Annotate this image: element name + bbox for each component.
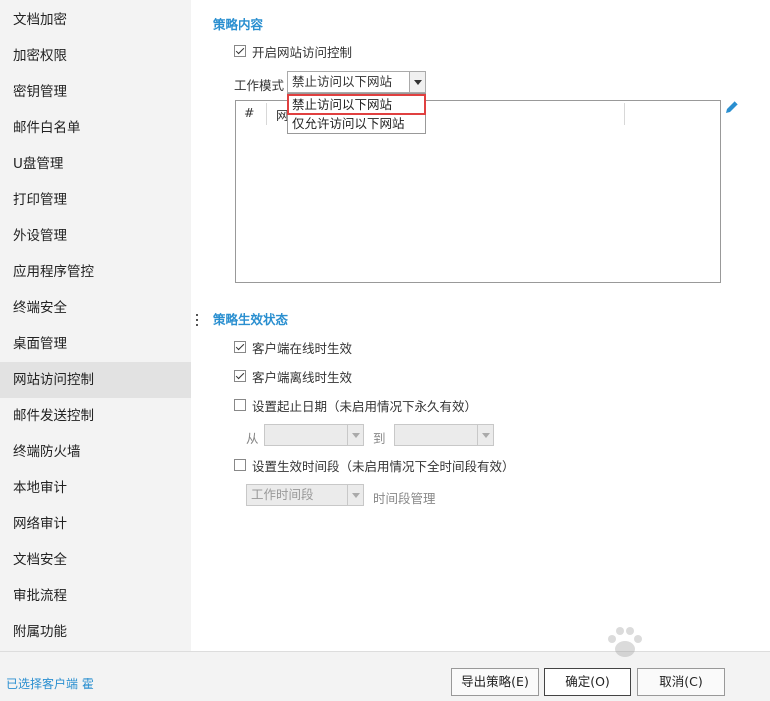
export-policy-button[interactable]: 导出策略(E) xyxy=(451,668,539,696)
splitter-handle[interactable] xyxy=(196,314,199,332)
policy-content-title: 策略内容 xyxy=(213,17,264,32)
offline-effect-checkbox[interactable]: 客户端离线时生效 xyxy=(234,367,352,385)
option-block-sites[interactable]: 禁止访问以下网站 xyxy=(287,94,426,115)
time-period-select-value: 工作时间段 xyxy=(251,487,314,502)
sidebar-item-local-audit[interactable]: 本地审计 xyxy=(0,470,191,506)
chevron-down-icon[interactable] xyxy=(409,72,425,92)
baidu-watermark xyxy=(592,617,762,667)
sidebar-item-accessory-functions[interactable]: 附属功能 xyxy=(0,614,191,650)
column-divider xyxy=(624,103,625,125)
checkbox-unchecked-icon xyxy=(234,459,246,471)
sidebar-item-app-control[interactable]: 应用程序管控 xyxy=(0,254,191,290)
baidu-paw-icon xyxy=(608,627,642,657)
from-label: 从 xyxy=(246,431,259,446)
enable-website-control-checkbox[interactable]: 开启网站访问控制 xyxy=(234,42,352,60)
selected-clients-link[interactable]: 已选择客户端 霍 xyxy=(6,675,94,692)
end-date-select[interactable] xyxy=(394,424,494,446)
work-mode-dropdown-list: 禁止访问以下网站 仅允许访问以下网站 xyxy=(287,93,426,134)
sidebar-item-document-security[interactable]: 文档安全 xyxy=(0,542,191,578)
time-period-checkbox[interactable]: 设置生效时间段（未启用情况下全时间段有效） xyxy=(234,456,515,474)
option-allow-only-sites[interactable]: 仅允许访问以下网站 xyxy=(288,114,425,133)
policy-status-title: 策略生效状态 xyxy=(213,312,289,327)
ok-button[interactable]: 确定(O) xyxy=(544,668,631,696)
to-label: 到 xyxy=(373,431,386,446)
cancel-button[interactable]: 取消(C) xyxy=(637,668,725,696)
sidebar-item-mail-whitelist[interactable]: 邮件白名单 xyxy=(0,110,191,146)
sidebar-item-mail-send-control[interactable]: 邮件发送控制 xyxy=(0,398,191,434)
sidebar-item-terminal-security[interactable]: 终端安全 xyxy=(0,290,191,326)
online-effect-label: 客户端在线时生效 xyxy=(252,340,353,356)
chevron-down-icon xyxy=(477,425,493,445)
chevron-down-icon xyxy=(347,425,363,445)
sidebar-item-encrypt-permission[interactable]: 加密权限 xyxy=(0,38,191,74)
sidebar-item-print-management[interactable]: 打印管理 xyxy=(0,182,191,218)
column-divider xyxy=(266,103,267,125)
enable-website-control-label: 开启网站访问控制 xyxy=(252,44,353,60)
pencil-icon[interactable] xyxy=(724,99,740,115)
sidebar-item-usb-management[interactable]: U盘管理 xyxy=(0,146,191,182)
work-mode-label: 工作模式 xyxy=(234,78,285,93)
date-range-label: 设置起止日期（未启用情况下永久有效） xyxy=(252,398,478,414)
online-effect-checkbox[interactable]: 客户端在线时生效 xyxy=(234,338,352,356)
sidebar-item-key-management[interactable]: 密钥管理 xyxy=(0,74,191,110)
time-period-label: 设置生效时间段（未启用情况下全时间段有效） xyxy=(252,458,515,474)
work-mode-select[interactable]: 禁止访问以下网站 xyxy=(287,71,426,93)
start-date-select[interactable] xyxy=(264,424,364,446)
checkbox-unchecked-icon xyxy=(234,399,246,411)
sidebar-item-desktop-management[interactable]: 桌面管理 xyxy=(0,326,191,362)
sidebar-item-website-access-control[interactable]: 网站访问控制 xyxy=(0,362,191,398)
work-mode-value: 禁止访问以下网站 xyxy=(292,74,393,89)
sidebar-item-approval-flow[interactable]: 审批流程 xyxy=(0,578,191,614)
sidebar-item-doc-encrypt[interactable]: 文档加密 xyxy=(0,2,191,38)
sidebar-item-terminal-firewall[interactable]: 终端防火墙 xyxy=(0,434,191,470)
checkbox-checked-icon xyxy=(234,341,246,353)
time-period-manage-link[interactable]: 时间段管理 xyxy=(373,488,436,507)
checkbox-checked-icon xyxy=(234,45,246,57)
sidebar-item-peripheral-management[interactable]: 外设管理 xyxy=(0,218,191,254)
chevron-down-icon xyxy=(347,485,363,505)
date-range-checkbox[interactable]: 设置起止日期（未启用情况下永久有效） xyxy=(234,396,477,414)
sidebar-item-network-audit[interactable]: 网络审计 xyxy=(0,506,191,542)
checkbox-checked-icon xyxy=(234,370,246,382)
table-header-index: # xyxy=(244,105,255,120)
sidebar-nav: 文档加密 加密权限 密钥管理 邮件白名单 U盘管理 打印管理 外设管理 应用程序… xyxy=(0,0,191,651)
offline-effect-label: 客户端离线时生效 xyxy=(252,369,353,385)
time-period-select[interactable]: 工作时间段 xyxy=(246,484,364,506)
